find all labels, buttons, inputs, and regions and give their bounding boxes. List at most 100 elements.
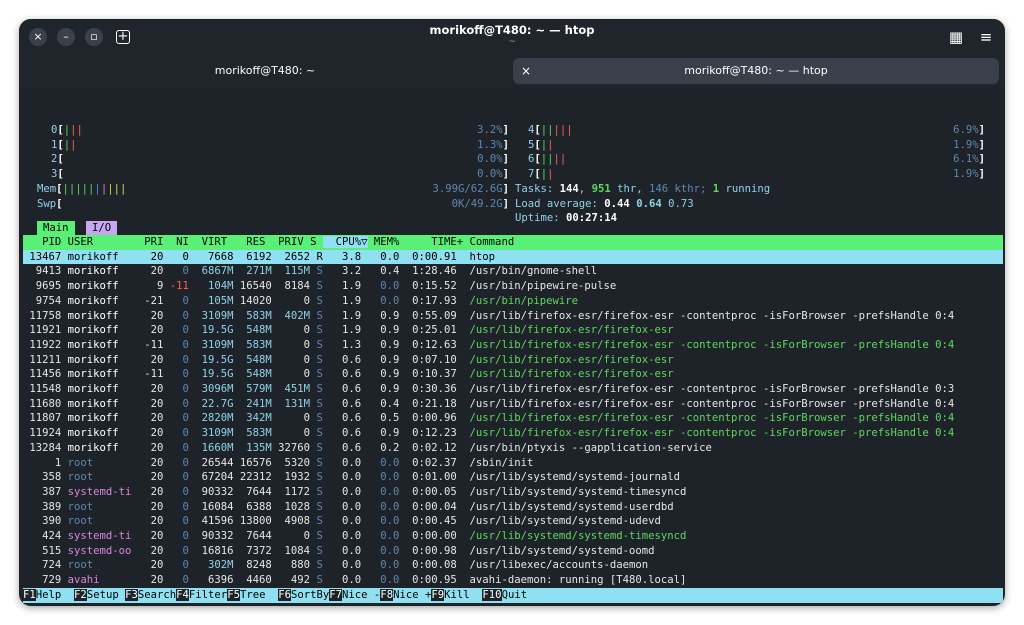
function-key-bar: F1Help F2Setup F3SearchF4FilterF5Tree F6… [23, 588, 1003, 603]
process-priority: 20 [131, 500, 164, 513]
function-key-label[interactable]: SortBy [291, 589, 329, 601]
screen-tab-io[interactable]: I/O [86, 221, 118, 235]
column-header-pri[interactable]: PRI [138, 236, 163, 248]
column-header-virt[interactable]: VIRT [189, 236, 228, 248]
cpu-meter-sys-bars: ||| [553, 124, 573, 136]
process-row[interactable]: 9754 morikoff -21 0 105M 14020 0 S 1.9 0… [23, 294, 1003, 309]
process-state: S [310, 280, 323, 293]
function-key-f2[interactable]: F2 [74, 589, 87, 601]
column-header-cpu[interactable]: CPU%▽ [322, 236, 368, 248]
process-nice: 0 [163, 530, 189, 542]
process-virt: 16084 [188, 500, 234, 513]
process-row[interactable]: 1 root 20 0 26544 16576 5320 S 0.0 0.0 0… [23, 456, 1003, 471]
column-header-pid[interactable]: PID [23, 236, 61, 248]
tab-shell[interactable]: morikoff@T480: ~ [25, 58, 505, 84]
function-key-f9[interactable]: F9 [431, 589, 445, 601]
process-row[interactable]: 13284 morikoff 20 0 1660M 135M 32760 S 0… [23, 441, 1003, 456]
window-subtitle: ~ [508, 37, 516, 47]
process-priv: 0 [271, 530, 311, 542]
function-key-label[interactable]: Quit [502, 589, 528, 601]
function-key-f10[interactable]: F10 [482, 589, 502, 601]
process-row[interactable]: 11680 morikoff 20 0 22.7G 241M 131M S 0.… [23, 397, 1003, 412]
column-header-time[interactable]: TIME+ [399, 236, 463, 248]
function-key-label[interactable]: Nice - [342, 589, 380, 601]
function-key-f8[interactable]: F8 [380, 589, 394, 601]
process-command: /usr/libexec/accounts-daemon [456, 559, 649, 572]
process-row[interactable]: 11758 morikoff 20 0 3109M 583M 402M S 1.… [23, 309, 1003, 324]
function-key-label[interactable]: Kill [444, 589, 482, 601]
function-key-label[interactable]: Search [138, 589, 176, 601]
terminal-content[interactable]: 0[||| 3.2%] 1[|| 1.3%] 2[0.0%] 3[0.0%] 4[|||||… [23, 87, 1003, 604]
function-key-label[interactable]: Nice + [393, 589, 431, 601]
process-res: 342M [233, 412, 272, 425]
tab-htop[interactable]: × morikoff@T480: ~ — htop [513, 58, 999, 84]
process-res: 241M [233, 397, 272, 410]
process-virt: 2820M [188, 412, 234, 425]
swap-meter-label: Swp [37, 197, 57, 210]
tasks-label: Tasks: [515, 182, 560, 195]
process-pid: 11924 [23, 427, 68, 440]
screen-tab-main[interactable]: Main [37, 221, 75, 235]
process-row[interactable]: 11548 morikoff 20 0 3096M 579M 451M S 0.… [23, 382, 1003, 397]
function-key-f6[interactable]: F6 [278, 589, 291, 601]
process-row[interactable]: 389 root 20 0 16084 6388 1028 S 0.0 0.0 … [23, 500, 1003, 515]
process-row[interactable]: 515 systemd-oo 20 0 16816 7372 1084 S 0.… [23, 544, 1003, 559]
column-header-s[interactable]: S [304, 236, 323, 248]
function-key-label[interactable]: Filter [189, 589, 227, 601]
process-nice: 0 [163, 250, 189, 263]
process-state: S [310, 324, 323, 337]
column-header-user[interactable]: USER [61, 236, 138, 248]
process-row[interactable]: 387 systemd-ti 20 0 90332 7644 1172 S 0.… [23, 485, 1003, 500]
process-row[interactable]: 424 systemd-ti 20 0 90332 7644 0 S 0.0 0… [23, 529, 1003, 544]
process-row[interactable]: 11807 morikoff 20 0 2820M 342M 0 S 0.6 0… [23, 411, 1003, 426]
process-time: 0:00.08 [399, 559, 457, 572]
close-tab-icon[interactable]: × [521, 58, 531, 84]
load-average-line: Load average: 0.44 0.64 0.73 [515, 197, 694, 212]
cpu-meter-percent: 1.9% [953, 138, 979, 151]
main-menu-icon[interactable]: ≡ [977, 28, 995, 46]
column-header-res[interactable]: RES [227, 236, 265, 248]
process-row[interactable]: 11211 morikoff 20 0 19.5G 548M 0 S 0.6 0… [23, 353, 1003, 368]
process-virt: 104M [188, 280, 234, 293]
function-key-f1[interactable]: F1 [23, 589, 36, 601]
process-row[interactable]: 11921 morikoff 20 0 19.5G 548M 0 S 1.9 0… [23, 323, 1003, 338]
process-user: morikoff [67, 412, 132, 425]
process-row[interactable]: 9695 morikoff 9 -11 104M 16540 8184 S 1.… [23, 279, 1003, 294]
function-key-label[interactable]: Help [36, 589, 74, 601]
process-mem: 0.0 [361, 574, 400, 587]
function-key-f5[interactable]: F5 [227, 589, 240, 601]
meter-bracket: [ [57, 168, 64, 181]
column-header-mem[interactable]: MEM% [368, 236, 400, 248]
process-priority: 20 [131, 383, 164, 395]
function-key-f3[interactable]: F3 [125, 589, 138, 601]
cpu-meter: 7[|| [528, 167, 554, 182]
process-row[interactable]: 724 root 20 0 302M 8248 880 S 0.0 0.0 0:… [23, 558, 1003, 573]
process-virt: 1660M [188, 441, 234, 454]
column-header-ni[interactable]: NI [163, 236, 189, 248]
process-row[interactable]: 11456 morikoff -11 0 19.5G 548M 0 S 0.6 … [23, 367, 1003, 382]
column-header-command[interactable]: Command [463, 236, 515, 248]
process-priority: 20 [131, 544, 164, 557]
process-mem: 0.4 [361, 265, 400, 278]
function-key-f4[interactable]: F4 [176, 589, 189, 601]
function-key-label[interactable]: Tree [240, 589, 278, 601]
tab-overview-grid-icon[interactable]: ▦ [947, 28, 965, 46]
process-priv: 115M [271, 265, 311, 278]
process-row[interactable]: 358 root 20 0 67204 22312 1932 S 0.0 0.0… [23, 470, 1003, 485]
process-row[interactable]: 9413 morikoff 20 0 6867M 271M 115M S 3.2… [23, 264, 1003, 279]
process-row[interactable]: 729 avahi 20 0 6396 4460 492 S 0.0 0.0 0… [23, 573, 1003, 588]
cpu-meter: 2[ [51, 152, 64, 167]
process-table-header[interactable]: PID USER PRI NI VIRT RES PRIV S CPU%▽ ME… [23, 235, 1003, 250]
process-priv: 402M [271, 309, 311, 322]
function-key-label[interactable]: Setup [87, 589, 125, 601]
process-row[interactable]: 11924 morikoff 20 0 3109M 583M 0 S 0.6 0… [23, 426, 1003, 441]
process-row[interactable]: 11922 morikoff -11 0 3109M 583M 0 S 1.3 … [23, 338, 1003, 353]
process-priv: 8184 [271, 280, 311, 293]
cpu-meter-percent: 0.0% [477, 168, 503, 181]
process-row[interactable]: 390 root 20 0 41596 13800 4908 S 0.0 0.0… [23, 514, 1003, 529]
column-header-priv[interactable]: PRIV [265, 236, 304, 248]
process-row[interactable]: 13467 morikoff 20 0 7668 6192 2652 R 3.8… [23, 249, 1003, 265]
function-key-f7[interactable]: F7 [329, 589, 343, 601]
process-state: S [310, 383, 323, 395]
cpu-meter-value: 3.2%] [449, 123, 509, 138]
